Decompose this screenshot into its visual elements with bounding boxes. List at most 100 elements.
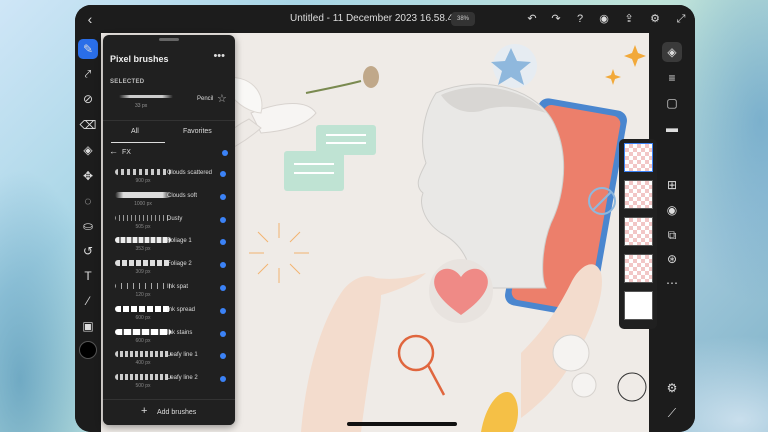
clone-icon[interactable]: ◈ [78, 140, 98, 160]
add-brushes-button[interactable]: + Add brushes [103, 399, 235, 425]
left-toolbar: ✎ ⤤ ⊘ ⌫ ◈ ✥ ◌ ⛀ ↺ T ⁄ ▣ [75, 33, 101, 432]
document-title[interactable]: Untitled - 11 December 2023 16.58.45 * [290, 13, 465, 24]
ruler-icon[interactable]: ⟋ [662, 403, 682, 423]
properties-icon[interactable]: ▢ [662, 93, 682, 113]
share-user-icon[interactable]: ◉ [596, 11, 612, 27]
tablet-frame: ‹ Untitled - 11 December 2023 16.58.45 *… [75, 5, 695, 432]
brush-name: Foliage 1 [167, 238, 192, 245]
brush-size: 500 px [135, 383, 151, 390]
smudge-icon[interactable]: ⤤ [78, 64, 98, 84]
brush-size: 505 px [135, 223, 151, 230]
blend-icon[interactable]: ⊛ [662, 249, 682, 269]
brush-select-indicator[interactable] [220, 171, 226, 177]
adjustments-icon[interactable]: ≡ [662, 68, 682, 88]
tab-all[interactable]: All [131, 128, 139, 135]
brush-row[interactable]: 1000 px Clouds soft [103, 188, 235, 211]
export-icon[interactable]: ⇪ [621, 11, 637, 27]
brush-select-indicator[interactable] [220, 285, 226, 291]
comments-icon[interactable]: ▬ [662, 118, 682, 138]
brush-row[interactable]: 505 px Dusty [103, 211, 235, 234]
layer-thumbnail[interactable] [624, 291, 653, 320]
brush-size: 600 px [135, 314, 151, 321]
brush-size: 600 px [135, 337, 151, 344]
fullscreen-icon[interactable]: ⤢ [673, 11, 689, 27]
brush-name: Ink spat [167, 284, 189, 290]
brush-select-indicator[interactable] [220, 193, 226, 200]
layer-thumbnail[interactable] [624, 217, 653, 246]
text-icon[interactable]: T [78, 266, 98, 286]
brush-select-indicator[interactable] [220, 376, 226, 383]
lasso-icon[interactable]: ◌ [78, 191, 98, 211]
visibility-icon[interactable]: ◉ [662, 200, 682, 220]
layer-thumbnail[interactable] [624, 254, 653, 283]
brush-name: Ink stains [167, 329, 193, 336]
brush-row[interactable]: 353 px Foliage 1 [103, 233, 235, 256]
brush-stroke-preview [115, 191, 171, 198]
tab-favorites[interactable]: Favorites [183, 128, 212, 135]
brush-select-indicator[interactable] [220, 216, 226, 223]
selected-brush-name[interactable]: Pencil [197, 96, 213, 102]
help-icon[interactable]: ? [572, 11, 588, 27]
image-icon[interactable]: ▣ [78, 316, 98, 336]
brush-tabs: All Favorites [103, 120, 235, 143]
layers-icon[interactable]: ◈ [662, 42, 682, 62]
layers-panel [619, 139, 657, 329]
back-button[interactable]: ‹ [81, 10, 99, 28]
paint-bucket-icon[interactable]: ⛀ [78, 216, 98, 236]
brush-size: 900 px [135, 178, 151, 184]
brush-row[interactable]: 500 px Leafy line 2 [103, 370, 235, 393]
layer-thumbnail[interactable] [624, 180, 653, 209]
layer-thumbnail[interactable] [624, 143, 653, 172]
brush-stroke-preview [115, 169, 171, 175]
move-icon[interactable]: ✥ [78, 166, 98, 186]
add-brushes-label: Add brushes [157, 409, 197, 416]
brush-icon[interactable]: ✎ [78, 39, 98, 59]
brush-select-indicator[interactable] [220, 307, 226, 314]
settings-icon[interactable]: ⚙ [662, 378, 682, 398]
brush-stroke-preview [115, 305, 171, 312]
brush-row[interactable]: 600 px Ink stains [103, 325, 235, 348]
more-options-icon[interactable]: ••• [213, 50, 225, 62]
panel-title: Pixel brushes [110, 54, 169, 64]
brush-name: Leafy line 1 [167, 352, 198, 359]
add-layer-icon[interactable]: ⊞ [662, 175, 682, 195]
brush-name: Clouds scattered [167, 170, 213, 176]
brush-row[interactable]: 900 px Clouds scattered [103, 165, 235, 188]
active-tab-indicator [111, 142, 165, 143]
settings-gear-icon[interactable]: ⚙ [647, 11, 663, 27]
brush-name: Foliage 2 [167, 261, 192, 268]
brush-stroke-preview [115, 214, 171, 221]
brush-row[interactable]: 400 px Leafy line 1 [103, 347, 235, 370]
brush-stroke-preview [115, 283, 171, 289]
brush-size: 353 px [135, 246, 151, 253]
favorite-star-icon[interactable]: ☆ [217, 92, 227, 105]
brush-size: 120 px [135, 292, 151, 298]
redo-icon[interactable]: ↷ [548, 11, 564, 27]
back-arrow-icon[interactable]: ← [109, 146, 118, 156]
brush-row[interactable]: 600 px Ink spread [103, 302, 235, 325]
brush-stroke-preview [115, 237, 171, 244]
selected-brush-stroke [119, 95, 173, 98]
brush-select-indicator[interactable] [220, 262, 226, 269]
zoom-level[interactable]: 38% [451, 12, 475, 26]
brush-select-indicator[interactable] [220, 330, 226, 337]
brush-stroke-preview [115, 351, 171, 358]
brush-select-indicator[interactable] [220, 239, 226, 246]
category-label: FX [122, 149, 131, 156]
panel-grip[interactable] [159, 38, 179, 41]
mask-icon[interactable]: ⧉ [662, 225, 682, 245]
top-bar: ‹ Untitled - 11 December 2023 16.58.45 *… [75, 5, 695, 33]
undo-icon[interactable]: ↶ [524, 11, 540, 27]
undo-brush-icon[interactable]: ↺ [78, 241, 98, 261]
brush-name: Ink spread [167, 306, 196, 313]
brush-row[interactable]: 309 px Foliage 2 [103, 256, 235, 279]
fill-icon[interactable]: ⊘ [78, 89, 98, 109]
more-icon[interactable]: ⋯ [662, 273, 682, 293]
brush-select-indicator[interactable] [220, 353, 226, 360]
eyedropper-icon[interactable]: ⁄ [78, 291, 98, 311]
eraser-icon[interactable]: ⌫ [78, 115, 98, 135]
brush-row[interactable]: 120 px Ink spat [103, 279, 235, 302]
brush-panel: Pixel brushes ••• SELECTED 33 px Pencil … [103, 35, 235, 425]
color-swatch[interactable] [79, 341, 97, 359]
brush-stroke-preview [115, 260, 171, 267]
